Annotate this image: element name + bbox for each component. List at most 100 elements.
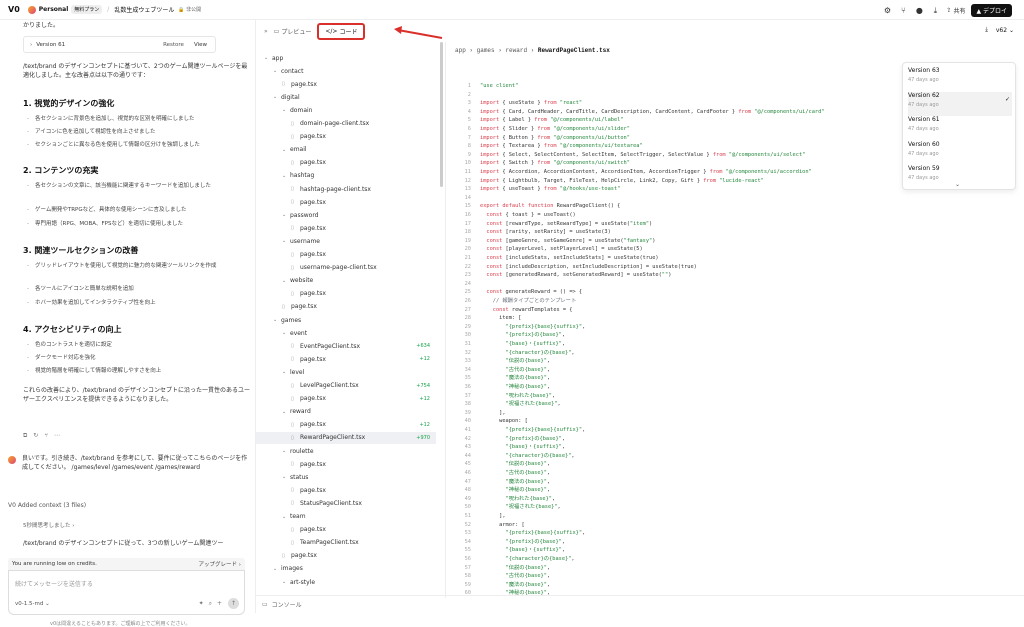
sparkle-icon[interactable]: ✦ — [199, 600, 204, 608]
tree-file[interactable]: ▯ page.tsx — [256, 78, 436, 90]
tree-folder[interactable]: ⌄ website — [256, 275, 436, 287]
tree-folder[interactable]: ⌄ contact — [256, 65, 436, 77]
chevron-down-icon: ⌄ — [282, 172, 287, 179]
tree-file[interactable]: ▯ page.tsx — [256, 157, 436, 169]
tree-folder[interactable]: ⌄ app — [256, 52, 436, 64]
tree-file[interactable]: ▯ page.tsx — [256, 288, 436, 300]
github-icon[interactable]: ● — [914, 6, 924, 16]
tree-folder[interactable]: ⌄ password — [256, 209, 436, 221]
workspace-avatar[interactable] — [27, 5, 36, 14]
tree-file[interactable]: ▯ RewardPageClient.tsx +970 — [256, 431, 436, 444]
version-select[interactable]: v62 ⌄ — [996, 27, 1014, 34]
added-context[interactable]: V0 Added context (3 files) — [8, 502, 86, 509]
version-item[interactable]: Version 59 47 days ago — [908, 165, 1012, 189]
version-item[interactable]: Version 62 47 days ago ✓ — [908, 91, 1012, 116]
tree-folder[interactable]: ⌄ username — [256, 235, 436, 247]
send-button[interactable]: ↑ — [228, 598, 239, 609]
tree-file[interactable]: ▯ page.tsx — [256, 222, 436, 234]
download-icon[interactable]: ⤓ — [930, 6, 940, 16]
tree-file[interactable]: ▯ hashtag-page-client.tsx — [256, 183, 436, 195]
tree-folder[interactable]: ⌄ event — [256, 327, 436, 339]
workspace-name[interactable]: Personal — [39, 6, 69, 13]
message-input[interactable]: 続けてメッセージを送信する — [15, 579, 93, 588]
tree-file[interactable]: ▯ page.tsx — [256, 458, 436, 470]
version-item[interactable]: Version 63 47 days ago — [908, 67, 1012, 91]
tree-item-label: username — [290, 237, 320, 245]
tree-file[interactable]: ▯ page.tsx +12 — [256, 393, 436, 405]
tree-item-label: digital — [281, 93, 300, 101]
chevron-down-icon: ⌄ — [282, 107, 287, 114]
file-icon: ▯ — [291, 199, 294, 206]
code-text: import { Lightbulb, Target, FileText, He… — [480, 177, 764, 184]
tree-file[interactable]: ▯ page.tsx — [256, 524, 436, 536]
chat-outro: これらの改善により、/text/brand のデザインコンセプトに沿った一貫性の… — [23, 387, 250, 403]
settings-icon[interactable]: ⚙ — [882, 6, 892, 16]
tree-file[interactable]: ▯ page.tsx — [256, 484, 436, 496]
breadcrumb-item[interactable]: reward — [505, 47, 527, 54]
tree-item-label: hashtag-page-client.tsx — [300, 185, 371, 193]
chevron-down-icon: ⌄ — [282, 277, 287, 284]
file-icon: ▯ — [291, 356, 294, 363]
more-icon[interactable]: ⋯ — [54, 432, 60, 440]
attach-icon[interactable]: ⌕ — [209, 600, 212, 608]
tree-folder[interactable]: ⌄ reward — [256, 406, 436, 418]
tree-file[interactable]: ▯ username-page-client.tsx — [256, 262, 436, 274]
tree-file[interactable]: ▯ page.tsx +12 — [256, 419, 436, 431]
tree-item-label: art-style — [290, 578, 316, 586]
branch-icon[interactable]: ⑂ — [898, 6, 908, 16]
breadcrumb-item[interactable]: app — [455, 47, 466, 54]
tab-preview[interactable]: ▭ プレビュー — [274, 27, 312, 36]
tree-folder[interactable]: ⌄ hashtag — [256, 170, 436, 182]
tree-scrollbar[interactable] — [440, 42, 443, 187]
breadcrumb-item[interactable]: games — [477, 47, 495, 54]
tree-folder[interactable]: ⌄ domain — [256, 104, 436, 116]
tree-file[interactable]: ▯ page.tsx — [256, 550, 436, 562]
version-card[interactable]: › Version 61 Restore View — [23, 36, 216, 53]
view-button[interactable]: View — [194, 42, 207, 48]
tree-folder[interactable]: ⌄ status — [256, 471, 436, 483]
chevron-down-icon: ⌄ — [273, 68, 278, 75]
chat-preview-text: /text/brand のデザインコンセプトに従って、3つの新しいゲーム関連ツー — [23, 540, 224, 547]
chevron-down-icon: ⌄ — [282, 238, 287, 245]
tree-file[interactable]: ▯ page.tsx — [256, 301, 436, 313]
message-composer[interactable]: 続けてメッセージを送信する v0-1.5-md ⌄ ✦ ⌕ + ↑ — [8, 570, 245, 615]
tree-folder[interactable]: ⌄ images — [256, 563, 436, 575]
copy-icon[interactable]: ⧉ — [23, 432, 27, 440]
restore-button[interactable]: Restore — [163, 42, 184, 48]
download-icon[interactable]: ⤓ — [985, 26, 988, 34]
tree-folder[interactable]: ⌄ art-style — [256, 576, 436, 588]
project-name[interactable]: 乱数生成ウェブツール — [114, 5, 174, 14]
console-bar[interactable]: ▭ コンソール — [256, 595, 1024, 613]
tree-folder[interactable]: ⌄ digital — [256, 91, 436, 103]
upgrade-link[interactable]: アップグレード › — [199, 560, 241, 568]
tree-item-label: domain — [290, 106, 313, 114]
tree-file[interactable]: ▯ page.tsx +12 — [256, 353, 436, 365]
v0-logo[interactable]: V0 — [8, 5, 20, 14]
share-button[interactable]: ⇪ 共有 — [946, 6, 965, 15]
tree-file[interactable]: ▯ page.tsx — [256, 131, 436, 143]
tree-file[interactable]: ▯ domain-page-client.tsx — [256, 118, 436, 130]
plus-icon[interactable]: + — [217, 600, 222, 608]
tree-file[interactable]: ▯ EventPageClient.tsx +634 — [256, 340, 436, 352]
privacy-label[interactable]: 🔒 非公開 — [178, 6, 201, 13]
fork-icon[interactable]: ⑂ — [44, 432, 48, 440]
tree-file[interactable]: ▯ page.tsx — [256, 249, 436, 261]
tree-folder[interactable]: ⌄ email — [256, 144, 436, 156]
version-item[interactable]: Version 60 47 days ago — [908, 141, 1012, 165]
tree-file[interactable]: ▯ TeamPageClient.tsx — [256, 537, 436, 549]
tree-folder[interactable]: ⌄ level — [256, 366, 436, 378]
version-controls: ⤓ v62 ⌄ — [985, 26, 1014, 34]
tree-folder[interactable]: ⌄ team — [256, 511, 436, 523]
tree-file[interactable]: ▯ page.tsx — [256, 196, 436, 208]
tree-file[interactable]: ▯ LevelPageClient.tsx +754 — [256, 380, 436, 392]
tree-folder[interactable]: ⌄ roulette — [256, 445, 436, 457]
deploy-button[interactable]: ▲ デプロイ — [971, 4, 1012, 17]
version-item[interactable]: Version 61 47 days ago — [908, 116, 1012, 140]
tab-code[interactable]: </> コード — [317, 22, 366, 40]
thinking-status[interactable]: 5秒間思考しました › — [23, 521, 74, 529]
tree-folder[interactable]: ⌄ games — [256, 314, 436, 326]
tree-file[interactable]: ▯ StatusPageClient.tsx — [256, 497, 436, 509]
expand-icon[interactable]: » — [264, 28, 268, 35]
retry-icon[interactable]: ↻ — [33, 432, 38, 440]
model-select[interactable]: v0-1.5-md ⌄ — [15, 601, 50, 607]
